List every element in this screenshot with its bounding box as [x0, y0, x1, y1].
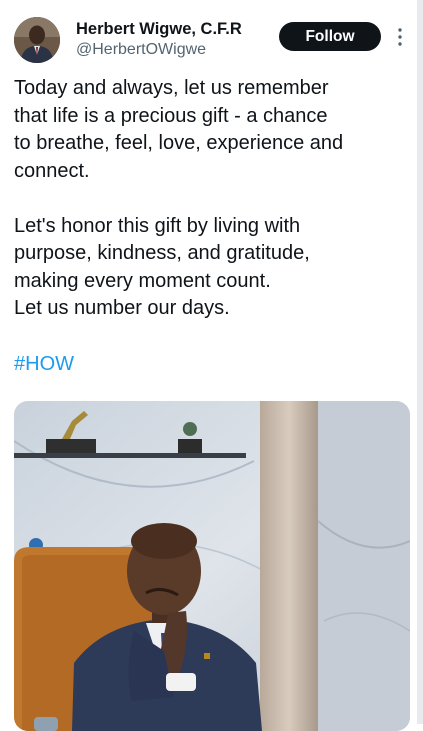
hashtag-link[interactable]: #HOW [14, 351, 74, 378]
tweet-text: Today and always, let us remember that l… [14, 75, 414, 323]
tweet: Herbert Wigwe, C.F.R @HerbertOWigwe Foll… [0, 0, 423, 731]
tweet-paragraph-2: Let's honor this gift by living with pur… [14, 214, 310, 320]
author-handle[interactable]: @HerbertOWigwe [76, 41, 206, 59]
tweet-paragraph-1: Today and always, let us remember that l… [14, 77, 344, 182]
photo-image [14, 401, 410, 731]
author-name[interactable]: Herbert Wigwe, C.F.R [76, 20, 242, 39]
avatar-image [14, 17, 60, 63]
scroll-track [417, 0, 423, 724]
avatar[interactable] [14, 17, 60, 63]
follow-button[interactable]: Follow [279, 22, 381, 51]
more-vertical-icon[interactable] [395, 27, 405, 47]
tweet-photo[interactable] [14, 401, 410, 731]
